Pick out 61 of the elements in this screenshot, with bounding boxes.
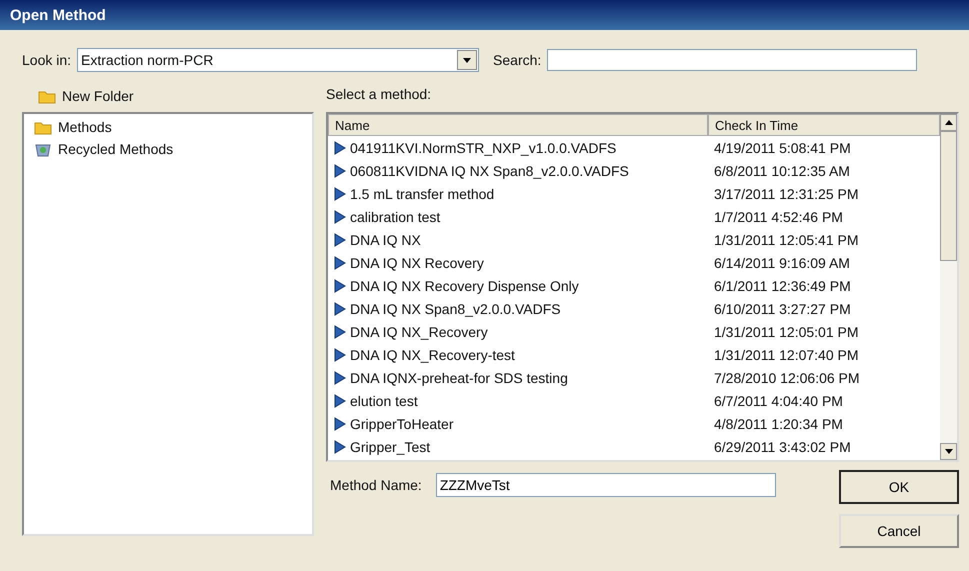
check-in-time: 7/28/2010 12:06:06 PM [713, 370, 860, 386]
check-in-time: 6/8/2011 10:12:35 AM [713, 162, 850, 178]
scrollbar[interactable] [940, 114, 957, 460]
check-in-time: 6/1/2011 12:36:49 PM [713, 278, 851, 294]
method-name[interactable]: DNA IQ NX Span8_v2.0.0.VADFS [350, 300, 561, 316]
method-name[interactable]: DNA IQ NX Recovery Dispense Only [350, 278, 579, 294]
method-icon [334, 278, 346, 292]
new-folder-button[interactable]: New Folder [22, 86, 314, 106]
method-icon [334, 416, 346, 430]
method-icon [334, 324, 346, 338]
method-icon [334, 370, 346, 384]
method-name[interactable]: elution test [350, 392, 418, 408]
search-label: Search: [493, 52, 542, 68]
method-icon [334, 256, 346, 270]
method-name[interactable]: DNA IQ NX [350, 232, 421, 248]
method-name[interactable]: Gripper_Test [350, 438, 430, 454]
check-in-time: 6/14/2011 9:16:09 AM [713, 254, 850, 270]
method-name-field[interactable]: ZZZMveTst [436, 473, 776, 497]
method-name[interactable]: 041911KVI.NormSTR_NXP_v1.0.0.VADFS [350, 140, 616, 156]
method-name[interactable]: 060811KVIDNA IQ NX Span8_v2.0.0.VADFS [350, 162, 629, 178]
folder-item[interactable]: Methods [28, 116, 308, 138]
method-name[interactable]: GripperToHeater [350, 416, 454, 432]
check-in-time: 1/31/2011 12:07:40 PM [713, 346, 859, 362]
check-in-time: 6/7/2011 4:04:40 PM [713, 392, 843, 408]
method-icon [334, 140, 346, 154]
method-icon [334, 210, 346, 224]
check-in-time: 6/10/2011 3:27:27 PM [713, 300, 851, 316]
scroll-up-icon [944, 120, 952, 125]
look-in-dropdown[interactable]: Extraction norm-PCR [77, 48, 480, 72]
method-icon [334, 232, 346, 246]
method-icon [334, 440, 346, 454]
ok-button[interactable]: OK [839, 470, 959, 504]
method-icon [334, 186, 346, 200]
method-name[interactable]: DNA IQNX-preheat-for SDS testing [350, 370, 568, 386]
dropdown-arrow-icon [463, 58, 472, 62]
method-icon [334, 394, 346, 408]
check-in-time: 6/29/2011 3:43:02 PM [713, 438, 851, 454]
check-in-time: 1/31/2011 12:05:41 PM [713, 232, 859, 248]
cancel-button[interactable]: Cancel [839, 514, 959, 548]
folder-item[interactable]: Recycled Methods [28, 138, 308, 160]
method-icon [334, 164, 346, 178]
method-name[interactable]: DNA IQ NX Recovery [350, 254, 484, 270]
check-in-time: 1/7/2011 4:52:46 PM [713, 208, 843, 224]
search-field[interactable] [547, 49, 918, 71]
method-icon [334, 348, 346, 362]
column-header[interactable]: Check In Time [708, 114, 940, 136]
method-name-label: Method Name: [330, 477, 422, 493]
scroll-down-icon [944, 449, 952, 454]
method-name[interactable]: DNA IQ NX_Recovery-test [350, 346, 515, 362]
list-label: Select a method: [326, 86, 432, 104]
column-header[interactable]: Name [328, 114, 708, 136]
look-in-label: Look in: [22, 52, 72, 68]
check-in-time: 4/8/2011 1:20:34 PM [713, 416, 843, 432]
check-in-time: 4/19/2011 5:08:41 PM [713, 140, 851, 156]
check-in-time: 1/31/2011 12:05:01 PM [713, 324, 859, 340]
method-name[interactable]: DNA IQ NX_Recovery [350, 324, 488, 340]
check-in-time: 3/17/2011 12:31:25 PM [713, 186, 859, 202]
window-title: Open Method [10, 6, 106, 24]
method-icon [334, 302, 346, 316]
method-name[interactable]: 1.5 mL transfer method [350, 186, 494, 202]
method-name[interactable]: calibration test [350, 208, 440, 224]
